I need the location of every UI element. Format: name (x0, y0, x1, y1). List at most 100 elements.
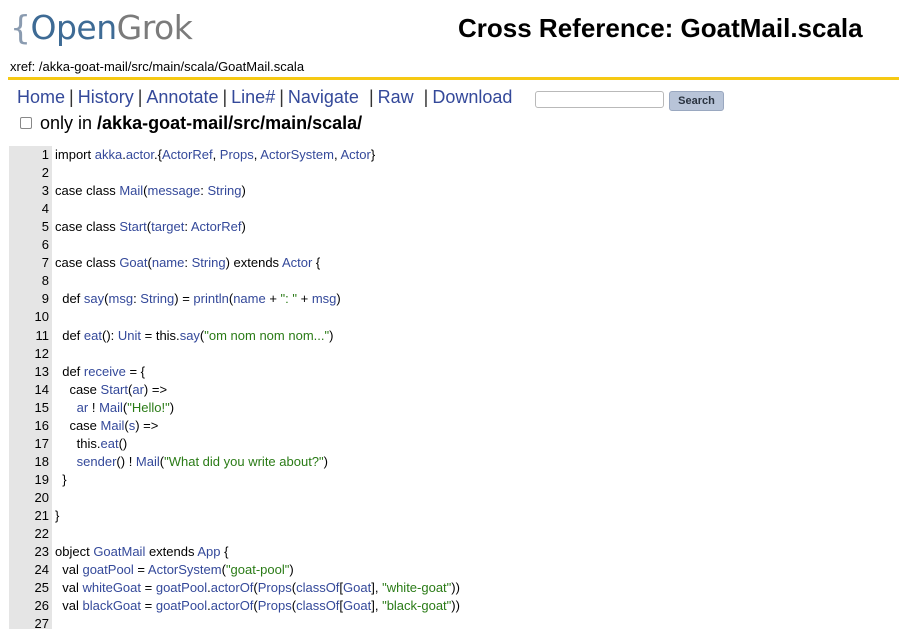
identifier-link[interactable]: goatPool (156, 580, 207, 595)
identifier-link[interactable]: classOf (296, 580, 339, 595)
identifier-link[interactable]: blackGoat (82, 598, 141, 613)
nav-annotate-link[interactable]: Annotate (146, 87, 218, 107)
identifier-link[interactable]: ActorRef (162, 147, 213, 162)
identifier-link[interactable]: ActorSystem (148, 562, 222, 577)
identifier-link[interactable]: Mail (136, 454, 160, 469)
identifier-link[interactable]: ActorSystem (260, 147, 334, 162)
identifier-link[interactable]: ar (132, 382, 144, 397)
nav-history-link[interactable]: History (78, 87, 134, 107)
line-number-link[interactable]: 4 (9, 200, 49, 218)
line-number-link[interactable]: 11 (9, 327, 50, 345)
identifier-link[interactable]: Unit (118, 328, 141, 343)
line-number-link[interactable]: 19 (9, 471, 49, 489)
identifier-link[interactable]: actorOf (211, 598, 254, 613)
identifier-link[interactable]: String (192, 255, 226, 270)
identifier-link[interactable]: msg (109, 291, 134, 306)
identifier-link[interactable]: App (197, 544, 220, 559)
identifier-link[interactable]: Actor (340, 147, 370, 162)
nav-line-numbers-link[interactable]: Line# (231, 87, 275, 107)
line-number-link[interactable]: 24 (9, 561, 49, 579)
line-number-link[interactable]: 7 (9, 254, 49, 272)
line-number-link[interactable]: 21 (9, 507, 49, 525)
identifier-link[interactable]: ar (77, 400, 89, 415)
nav-home-link[interactable]: Home (17, 87, 65, 107)
identifier-link[interactable]: GoatMail (93, 544, 145, 559)
nav-navigate-link[interactable]: Navigate (288, 87, 359, 107)
line-number-link[interactable]: 16 (9, 417, 49, 435)
identifier-link[interactable]: Start (101, 382, 128, 397)
line-number-link[interactable]: 25 (9, 579, 49, 597)
line-number-link[interactable]: 14 (9, 381, 49, 399)
code-line: 16 case Mail(s) => (9, 417, 159, 435)
identifier-link[interactable]: Goat (343, 598, 371, 613)
string-literal: ": " (280, 291, 297, 307)
string-literal: "om nom nom nom..." (204, 327, 330, 343)
line-number-link[interactable]: 18 (9, 453, 49, 471)
identifier-link[interactable]: String (207, 183, 241, 198)
line-number-link[interactable]: 1 (9, 146, 49, 164)
identifier-link[interactable]: eat (84, 328, 102, 343)
identifier-link[interactable]: say (180, 328, 200, 343)
only-in-checkbox[interactable] (20, 117, 32, 130)
code-token: () ! (116, 453, 136, 469)
code-token: this. (55, 435, 101, 451)
line-number-link[interactable]: 22 (9, 525, 49, 543)
search-input[interactable] (535, 91, 664, 108)
identifier-link[interactable]: println (193, 291, 228, 306)
identifier-link[interactable]: Props (258, 598, 292, 613)
identifier-link[interactable]: Props (220, 147, 254, 162)
identifier-link[interactable]: sender (77, 454, 117, 469)
line-number-link[interactable]: 9 (9, 290, 49, 308)
identifier-link[interactable]: goatPool (82, 562, 133, 577)
code-line: 23 object GoatMail extends App { (9, 543, 229, 561)
identifier-link[interactable]: whiteGoat (82, 580, 141, 595)
identifier-link[interactable]: String (140, 291, 174, 306)
identifier-link[interactable]: msg (312, 291, 337, 306)
nav-raw-link[interactable]: Raw (378, 87, 414, 107)
code-token: } (370, 147, 376, 162)
line-number-link[interactable]: 5 (9, 218, 49, 236)
nav-bar: Home | History | Annotate | Line# | Navigate | Raw… (17, 87, 512, 108)
identifier-link[interactable]: ActorRef (191, 219, 242, 234)
line-number-link[interactable]: 6 (9, 236, 49, 254)
line-number-link[interactable]: 23 (9, 543, 49, 561)
nav-download-link[interactable]: Download (432, 87, 512, 107)
identifier-link[interactable]: actorOf (211, 580, 254, 595)
identifier-link[interactable]: Mail (99, 400, 123, 415)
identifier-link[interactable]: Mail (119, 183, 143, 198)
identifier-link[interactable]: Props (258, 580, 292, 595)
identifier-link[interactable]: Start (119, 219, 146, 234)
nav-separator: | (368, 87, 374, 107)
identifier-link[interactable]: goatPool (156, 598, 207, 613)
identifier-link[interactable]: name (233, 291, 266, 306)
line-number-link[interactable]: 12 (9, 345, 49, 363)
identifier-link[interactable]: Goat (119, 255, 147, 270)
identifier-link[interactable]: Goat (343, 580, 371, 595)
identifier-link[interactable]: eat (101, 436, 119, 451)
line-number-link[interactable]: 2 (9, 164, 49, 182)
search-button[interactable]: Search (669, 91, 724, 111)
identifier-link[interactable]: Actor (282, 255, 312, 270)
code-line: 26 val blackGoat = goatPool.actorOf(Prop… (9, 597, 460, 615)
line-number-link[interactable]: 3 (9, 182, 49, 200)
line-number-link[interactable]: 13 (9, 363, 49, 381)
identifier-link[interactable]: actor (126, 147, 154, 162)
identifier-link[interactable]: Mail (101, 418, 125, 433)
identifier-link[interactable]: akka (95, 147, 122, 162)
line-number-link[interactable]: 27 (9, 615, 49, 629)
code-token: case (55, 417, 101, 433)
opengrok-logo[interactable]: {OpenGrok (10, 8, 193, 47)
identifier-link[interactable]: target (151, 219, 184, 234)
identifier-link[interactable]: say (84, 291, 104, 306)
line-number-link[interactable]: 26 (9, 597, 49, 615)
identifier-link[interactable]: name (152, 255, 185, 270)
line-number-link[interactable]: 10 (9, 308, 49, 326)
line-number-link[interactable]: 15 (9, 399, 49, 417)
line-number-link[interactable]: 8 (9, 272, 49, 290)
identifier-link[interactable]: message (148, 183, 201, 198)
identifier-link[interactable]: classOf (296, 598, 339, 613)
line-number-link[interactable]: 17 (9, 435, 49, 453)
xref-path-link[interactable]: /akka-goat-mail/src/main/scala/GoatMail.… (39, 59, 304, 74)
line-number-link[interactable]: 20 (9, 489, 49, 507)
identifier-link[interactable]: receive (84, 364, 126, 379)
